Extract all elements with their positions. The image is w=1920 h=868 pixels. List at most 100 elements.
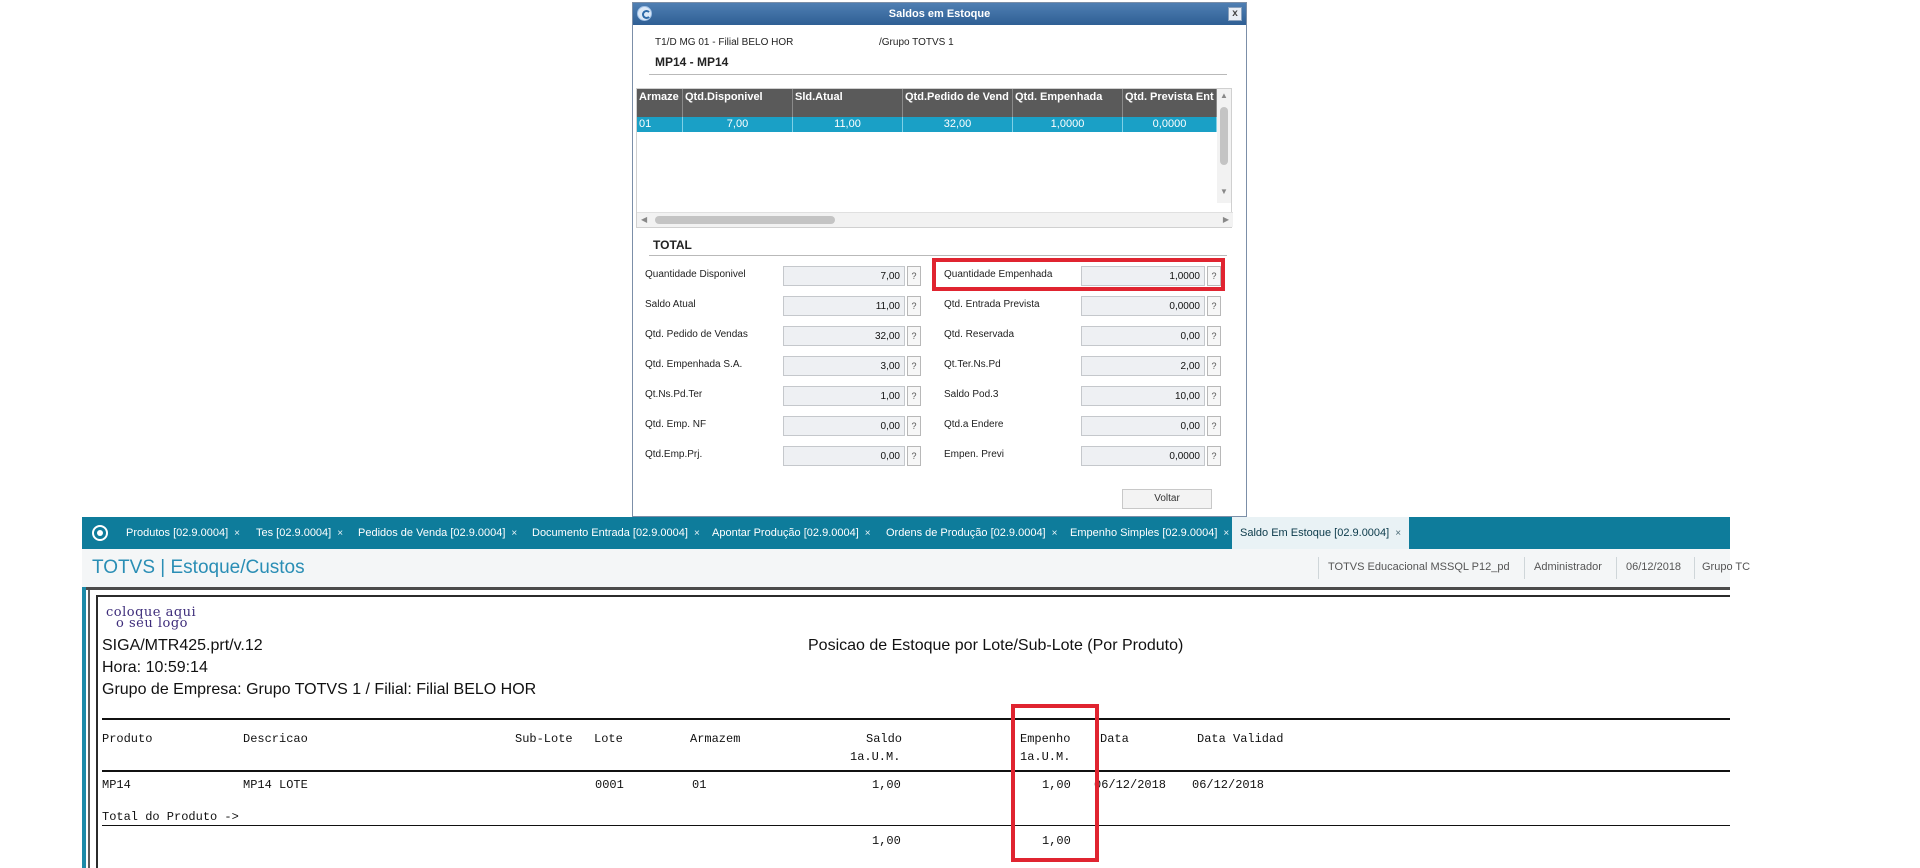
grid-col-pedido[interactable]: Qtd.Pedido de Vend <box>903 89 1013 117</box>
field-value: 0,0000 <box>1081 446 1205 466</box>
highlight-box <box>932 258 1225 291</box>
field-label: Qtd. Empenhada S.A. <box>645 359 743 370</box>
help-icon[interactable]: ? <box>907 416 921 436</box>
help-icon[interactable]: ? <box>907 266 921 286</box>
help-icon[interactable]: ? <box>1207 446 1221 466</box>
field-value: 0,00 <box>783 416 905 436</box>
row-saldo: 1,00 <box>872 778 901 792</box>
tab-pedidos-venda[interactable]: Pedidos de Venda [02.9.0004] × <box>358 517 517 549</box>
stock-grid: Armaze Qtd.Disponivel Sld.Atual Qtd.Pedi… <box>636 88 1233 228</box>
field-label: Qtd. Reservada <box>944 329 1015 340</box>
help-icon[interactable]: ? <box>1207 386 1221 406</box>
grid-col-atual[interactable]: Sld.Atual <box>793 89 903 117</box>
divider <box>649 255 1227 256</box>
report-program: SIGA/MTR425.prt/v.12 <box>102 637 263 654</box>
total-heading: TOTAL <box>653 238 692 252</box>
scroll-left-icon[interactable]: ◀ <box>641 213 647 227</box>
col-header-produto: Produto <box>102 732 153 746</box>
field-label: Qtd.Emp.Prj. <box>645 449 703 460</box>
tab-documento-entrada[interactable]: Documento Entrada [02.9.0004] × <box>532 517 700 549</box>
tab-tes[interactable]: Tes [02.9.0004] × <box>256 517 343 549</box>
scroll-down-icon[interactable]: ▼ <box>1217 187 1231 196</box>
environment-label[interactable]: TOTVS Educacional MSSQL P12_pd <box>1328 561 1510 573</box>
tab-label: Saldo Em Estoque [02.9.0004] <box>1240 527 1390 539</box>
group-line: /Grupo TOTVS 1 <box>879 37 954 48</box>
scroll-thumb[interactable] <box>1220 107 1228 165</box>
close-icon[interactable]: × <box>1395 528 1401 539</box>
field-value: 3,00 <box>783 356 905 376</box>
scroll-up-icon[interactable]: ▲ <box>1217 91 1231 100</box>
help-icon[interactable]: ? <box>1207 326 1221 346</box>
grid-row[interactable]: 01 7,00 11,00 32,00 1,0000 0,0000 <box>637 117 1217 132</box>
tab-empenho-simples[interactable]: Empenho Simples [02.9.0004] × <box>1070 517 1229 549</box>
col-header-validade: Data Validad <box>1197 732 1284 746</box>
field-value: 0,00 <box>1081 326 1205 346</box>
dialog-title: Saldos em Estoque <box>888 8 991 20</box>
close-icon[interactable]: × <box>865 528 871 539</box>
col-header-data: Data <box>1100 732 1129 746</box>
total-produto-label: Total do Produto -> <box>102 810 239 824</box>
col-header-sublote: Sub-Lote <box>515 732 573 746</box>
voltar-button[interactable]: Voltar <box>1122 489 1212 509</box>
close-icon[interactable]: × <box>1223 528 1229 539</box>
field-value: 0,00 <box>1081 416 1205 436</box>
logo-line: o seu logo <box>116 616 188 631</box>
help-icon[interactable]: ? <box>907 386 921 406</box>
field-label: Qt.Ter.Ns.Pd <box>944 359 1001 370</box>
tab-produtos[interactable]: Produtos [02.9.0004] × <box>126 517 240 549</box>
tab-apontar-producao[interactable]: Apontar Produção [02.9.0004] × <box>712 517 871 549</box>
row-data: 06/12/2018 <box>1094 778 1167 792</box>
user-label[interactable]: Administrador <box>1534 561 1602 573</box>
divider <box>1318 557 1319 579</box>
divider <box>649 74 1227 75</box>
help-icon[interactable]: ? <box>1207 416 1221 436</box>
row-validade: 06/12/2018 <box>1192 778 1265 792</box>
grid-col-empenhada[interactable]: Qtd. Empenhada <box>1013 89 1123 117</box>
frame-border <box>88 587 90 868</box>
report-logo: coloque aqui o seu logo <box>106 606 196 631</box>
help-icon[interactable]: ? <box>907 296 921 316</box>
help-icon[interactable]: ? <box>1207 296 1221 316</box>
field-label: Qtd. Entrada Prevista <box>944 299 1040 310</box>
dialog-titlebar: Saldos em Estoque x <box>633 3 1246 25</box>
report-company: Grupo de Empresa: Grupo TOTVS 1 / Filial… <box>102 681 537 698</box>
field-label: Saldo Pod.3 <box>944 389 999 400</box>
help-icon[interactable]: ? <box>1207 356 1221 376</box>
group-label[interactable]: Grupo TC <box>1702 561 1750 573</box>
help-icon[interactable]: ? <box>907 446 921 466</box>
scroll-right-icon[interactable]: ▶ <box>1223 213 1229 227</box>
field-label: Qtd.a Endere <box>944 419 1004 430</box>
divider <box>1616 557 1617 579</box>
close-icon[interactable]: × <box>234 528 240 539</box>
tab-ordens-producao[interactable]: Ordens de Produção [02.9.0004] × <box>886 517 1057 549</box>
grid-col-armazem[interactable]: Armaze <box>637 89 683 117</box>
grid-header: Armaze Qtd.Disponivel Sld.Atual Qtd.Pedi… <box>637 89 1217 117</box>
col-header-lote: Lote <box>594 732 623 746</box>
frame-border <box>96 595 98 868</box>
date-label[interactable]: 06/12/2018 <box>1626 561 1681 573</box>
tab-label: Empenho Simples [02.9.0004] <box>1070 527 1218 539</box>
tab-label: Documento Entrada [02.9.0004] <box>532 527 688 539</box>
close-icon[interactable]: × <box>694 528 700 539</box>
tab-saldo-estoque[interactable]: Saldo Em Estoque [02.9.0004] × <box>1232 517 1410 549</box>
vertical-scrollbar[interactable]: ▲ ▼ <box>1217 89 1231 203</box>
frame-border <box>86 587 1730 590</box>
scroll-thumb[interactable] <box>655 216 835 224</box>
report-time: Hora: 10:59:14 <box>102 659 208 676</box>
close-icon[interactable]: × <box>337 528 343 539</box>
totvs-logo-icon[interactable] <box>92 525 108 541</box>
grid-col-prevista[interactable]: Qtd. Prevista Ent <box>1123 89 1217 117</box>
row-armazem: 01 <box>692 778 707 792</box>
close-icon[interactable]: × <box>511 528 517 539</box>
field-label: Qt.Ns.Pd.Ter <box>645 389 703 400</box>
tab-label: Produtos [02.9.0004] <box>126 527 229 539</box>
close-icon[interactable]: x <box>1228 7 1242 21</box>
help-icon[interactable]: ? <box>907 326 921 346</box>
field-value: 10,00 <box>1081 386 1205 406</box>
grid-col-disponivel[interactable]: Qtd.Disponivel <box>683 89 793 117</box>
horizontal-scrollbar[interactable]: ◀ ▶ <box>637 212 1233 227</box>
total-saldo: 1,00 <box>872 834 901 848</box>
tab-label: Tes [02.9.0004] <box>256 527 332 539</box>
help-icon[interactable]: ? <box>907 356 921 376</box>
close-icon[interactable]: × <box>1052 528 1058 539</box>
